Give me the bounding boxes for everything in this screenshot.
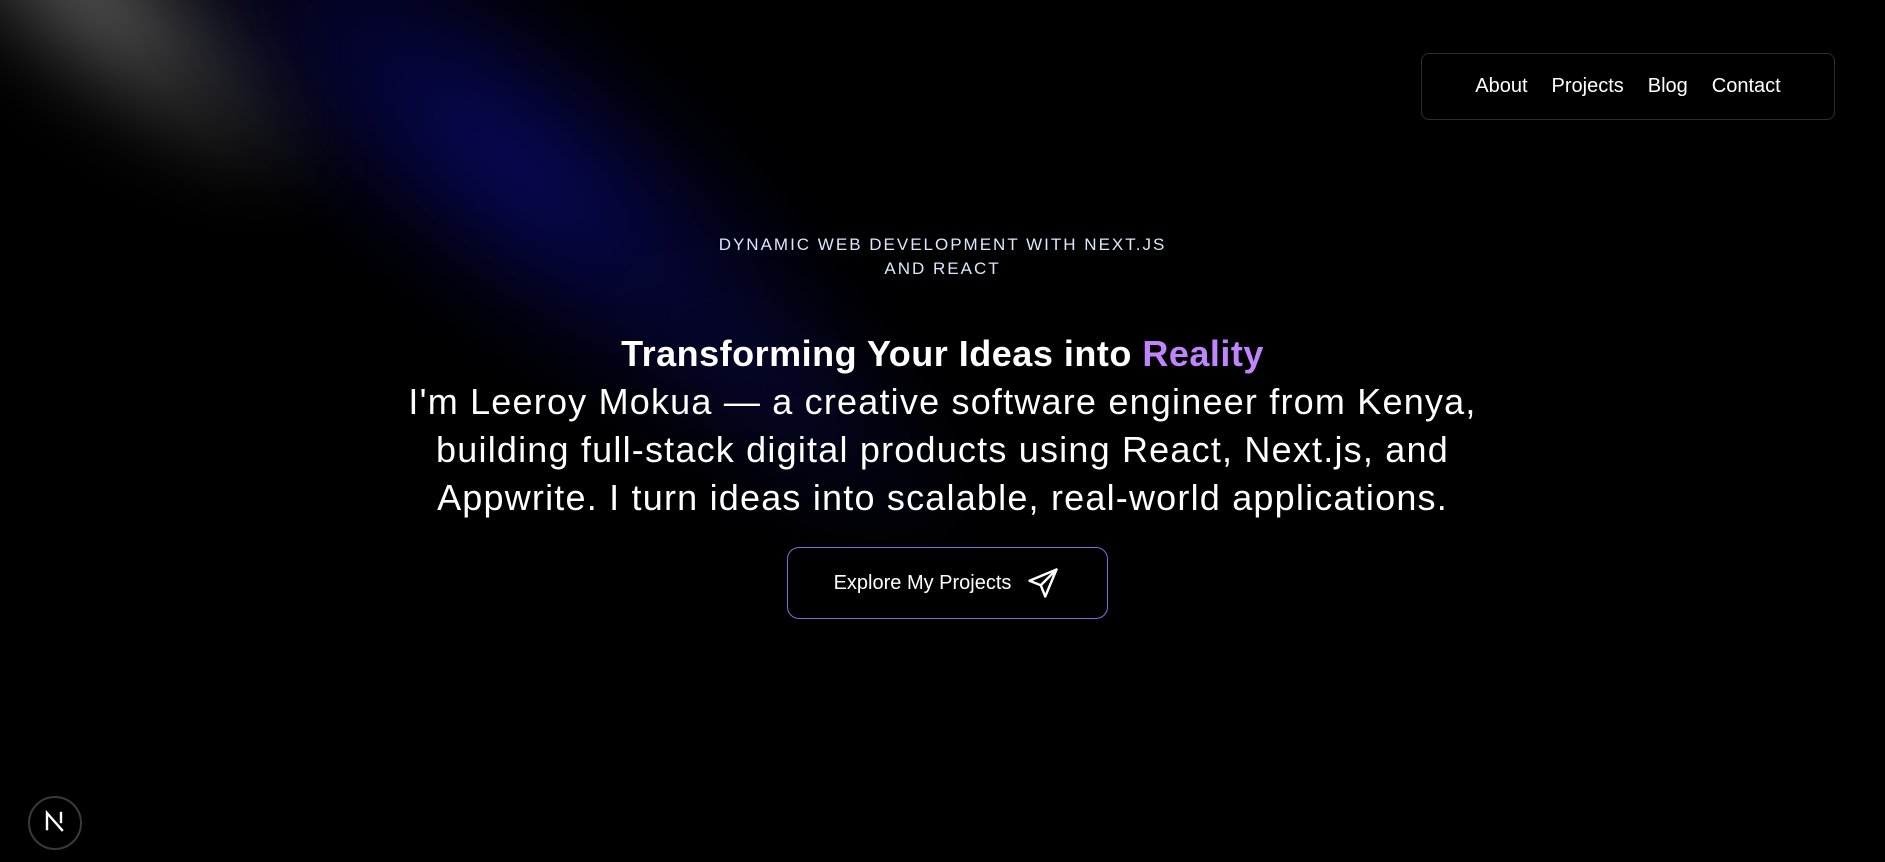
explore-projects-label: Explore My Projects (833, 571, 1012, 594)
hero-headline-accent: Reality (1142, 333, 1264, 374)
hero-eyebrow: DYNAMIC WEB DEVELOPMENT WITH NEXT.JS AND… (0, 233, 1885, 281)
nextjs-dev-badge[interactable] (28, 796, 82, 850)
hero-eyebrow-line-1: DYNAMIC WEB DEVELOPMENT WITH NEXT.JS (718, 235, 1167, 254)
hero-intro: I'm Leeroy Mokua — a creative software e… (408, 381, 1477, 518)
explore-projects-button[interactable]: Explore My Projects (787, 547, 1108, 619)
hero-headline: Transforming Your Ideas into Reality (0, 330, 1885, 378)
nav-link-contact[interactable]: Contact (1712, 75, 1781, 98)
page: About Projects Blog Contact DYNAMIC WEB … (0, 0, 1885, 862)
nav-link-blog[interactable]: Blog (1648, 75, 1688, 98)
send-icon (1025, 565, 1061, 601)
hero-eyebrow-line-2: AND REACT (884, 259, 1001, 278)
nextjs-logo-icon (42, 808, 68, 839)
nav-link-about[interactable]: About (1475, 75, 1527, 98)
nav-link-projects[interactable]: Projects (1552, 75, 1624, 98)
hero-headline-text: Transforming Your Ideas into (621, 333, 1132, 374)
top-navbar: About Projects Blog Contact (1421, 53, 1835, 120)
